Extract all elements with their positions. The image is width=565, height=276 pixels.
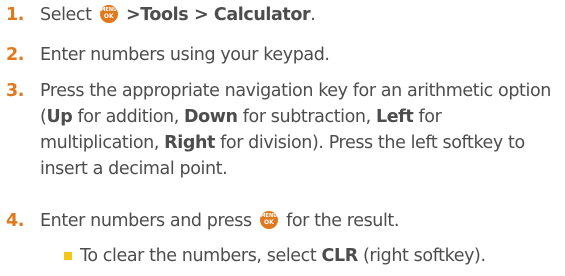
menu-ok-icon: MENU OK: [99, 5, 118, 23]
step-text-part: for subtraction,: [237, 107, 376, 127]
step-text-part: for the result.: [286, 211, 400, 231]
step-text: Enter numbers using your keypad.: [40, 45, 330, 65]
step-text: Select MENU OK >Tools > Calculator.: [40, 2, 565, 28]
step-text-part: Select: [40, 5, 92, 25]
key-right: Right: [164, 133, 215, 153]
key-up: Up: [46, 107, 73, 127]
step-number: 4.: [6, 211, 25, 231]
step-4: 4. Enter numbers and press MENU OK for t…: [6, 208, 565, 234]
bullet-text: To clear the numbers, select CLR (right …: [80, 243, 565, 269]
menu-ok-icon: MENU OK: [259, 211, 278, 229]
step-number: 3.: [6, 81, 25, 101]
clr-key: CLR: [321, 246, 359, 266]
step-text-part: for addition,: [72, 107, 185, 127]
menu-ok-icon-label: OK: [264, 219, 274, 226]
bullet-item: To clear the numbers, select CLR (right …: [64, 243, 565, 269]
menu-ok-icon-label: OK: [103, 13, 114, 20]
key-left: Left: [375, 107, 414, 127]
bullet-marker: [64, 252, 72, 260]
step-text-part: .: [310, 5, 316, 25]
step-text: Enter numbers and press MENU OK for the …: [40, 208, 565, 234]
step-text-part: Enter numbers and press: [40, 211, 252, 231]
step-3: 3. Press the appropriate navigation key …: [6, 78, 565, 182]
bullet-text-part: (right softkey).: [357, 246, 486, 266]
key-down: Down: [184, 107, 238, 127]
step-number: 1.: [6, 5, 25, 25]
step-1: 1. Select MENU OK >Tools > Calculator.: [6, 2, 565, 28]
bullet-text-part: To clear the numbers, select: [80, 246, 322, 266]
step-2: 2. Enter numbers using your keypad.: [6, 42, 565, 68]
menu-path: >Tools > Calculator: [125, 5, 311, 25]
step-number: 2.: [6, 45, 25, 65]
step-text: Press the appropriate navigation key for…: [40, 78, 565, 182]
